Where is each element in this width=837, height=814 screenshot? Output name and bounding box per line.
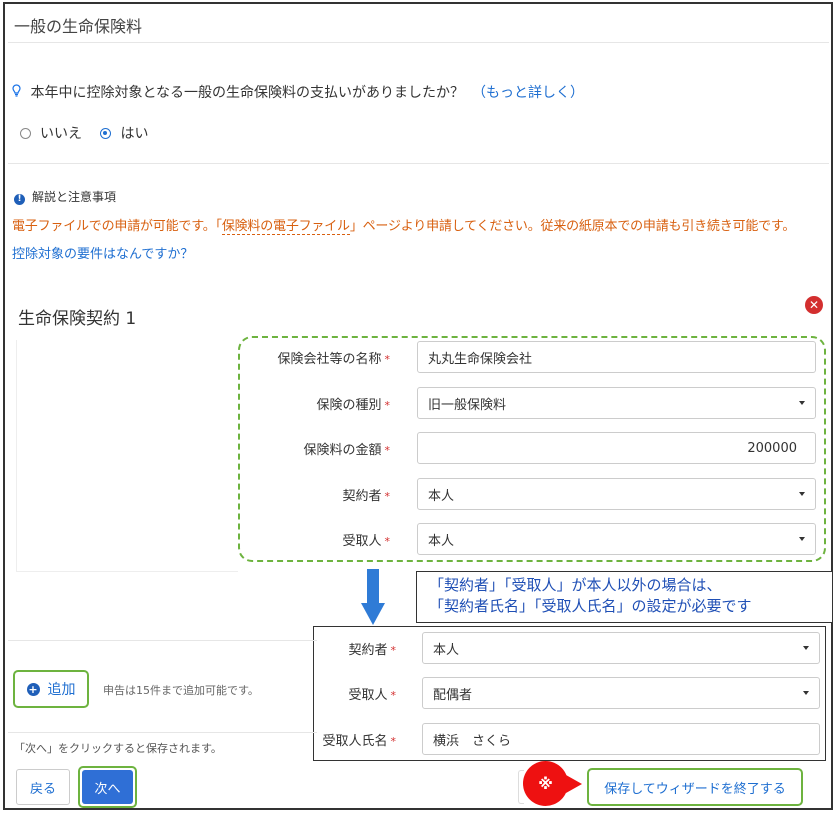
amount-value: 200000	[747, 440, 797, 456]
example-recipient-name-value: 横浜 さくら	[433, 733, 512, 749]
example-policyholder-select[interactable]: 本人	[422, 632, 820, 664]
contract-left-panel	[16, 340, 238, 572]
recipient-row: 受取人 *	[240, 530, 390, 549]
add-label: 追加	[47, 682, 76, 698]
amount-label: 保険料の金額 *	[303, 442, 390, 458]
chevron-down-icon	[799, 492, 805, 496]
example-recipient-name-label: 受取人氏名 *	[322, 734, 396, 749]
amount-row: 保険料の金額 *	[240, 439, 390, 458]
policyholder-value: 本人	[428, 488, 455, 504]
chevron-down-icon	[803, 646, 809, 650]
callout-note: 「契約者」「受取人」が本人以外の場合は、 「契約者氏名」「受取人氏名」の設定が必…	[416, 571, 833, 623]
lightbulb-icon	[12, 84, 26, 101]
recipient-label: 受取人 *	[342, 533, 390, 549]
radio-yes-circle[interactable]	[100, 127, 112, 139]
plus-circle-icon: +	[26, 682, 40, 696]
notes-body-before: 電子ファイルでの申請が可能です。「	[12, 219, 222, 234]
radio-yes[interactable]: はい	[100, 123, 148, 143]
more-details-link[interactable]: （もっと詳しく）	[472, 85, 584, 101]
divider	[8, 732, 317, 733]
policyholder-row: 契約者 *	[240, 485, 390, 504]
callout-line-2: 「契約者氏名」「受取人氏名」の設定が必要です	[429, 597, 752, 615]
company-value: 丸丸生命保険会社	[428, 351, 533, 367]
policyholder-label: 契約者 *	[342, 488, 390, 504]
notes-body: 電子ファイルでの申請が可能です。「保険料の電子ファイル」ページより申請してくださ…	[12, 215, 796, 235]
recipient-select[interactable]: 本人	[417, 523, 816, 555]
callout-line-1: 「契約者」「受取人」が本人以外の場合は、	[429, 576, 722, 594]
marker-pointer	[566, 775, 582, 793]
next-button[interactable]: 次へ	[82, 770, 133, 804]
example-policyholder-label: 契約者 *	[348, 643, 396, 658]
notes-title: ! 解説と注意事項	[14, 188, 116, 205]
add-note: 申告は15件まで追加可能です。	[103, 684, 259, 697]
requirements-link[interactable]: 控除対象の要件はなんですか？	[12, 243, 193, 262]
example-recipient-name-input[interactable]: 横浜 さくら	[422, 723, 820, 755]
arrow-down-icon	[361, 569, 385, 625]
chevron-down-icon	[799, 401, 805, 405]
back-button[interactable]: 戻る	[16, 769, 70, 805]
answer-radio-group: いいえ はい	[20, 123, 162, 143]
radio-no-circle[interactable]	[20, 127, 31, 139]
company-label: 保険会社等の名称 *	[277, 351, 390, 367]
radio-yes-label: はい	[120, 126, 149, 142]
type-row: 保険の種別 *	[240, 394, 390, 413]
chevron-down-icon	[803, 691, 809, 695]
add-contract-button[interactable]: + 追加	[13, 670, 89, 708]
save-and-finish-button[interactable]: 保存してウィザードを終了する	[587, 768, 803, 806]
type-label: 保険の種別 *	[316, 397, 390, 413]
amount-input[interactable]: 200000	[417, 432, 816, 464]
example-recipient-select[interactable]: 配偶者	[422, 677, 820, 709]
info-icon: !	[14, 194, 25, 205]
divider	[8, 640, 317, 641]
radio-no-label: いいえ	[40, 126, 82, 142]
chevron-down-icon	[799, 537, 805, 541]
note-marker: ※	[523, 761, 568, 806]
electronic-file-link[interactable]: 保険料の電子ファイル	[221, 219, 350, 235]
policyholder-select[interactable]: 本人	[417, 478, 816, 510]
company-row: 保険会社等の名称 *	[240, 348, 390, 367]
divider	[8, 163, 829, 164]
remove-contract-icon[interactable]: ✕	[805, 296, 823, 314]
notes-title-text: 解説と注意事項	[32, 190, 117, 204]
question-text: 本年中に控除対象となる一般の生命保険料の支払いがありましたか？	[30, 85, 465, 101]
type-value: 旧一般保険料	[428, 397, 507, 413]
radio-no[interactable]: いいえ	[20, 123, 82, 143]
contract-title: 生命保険契約 1	[18, 309, 137, 329]
company-input[interactable]: 丸丸生命保険会社	[417, 341, 816, 373]
notes-body-after: 」ページより申請してください。従来の紙原本での申請も引き続き可能です。	[349, 219, 796, 234]
recipient-value: 本人	[428, 533, 455, 549]
example-panel: 契約者 * 本人 受取人 * 配偶者 受取人氏名 * 横浜 さくら	[313, 626, 826, 761]
type-select[interactable]: 旧一般保険料	[417, 387, 816, 419]
example-recipient-value: 配偶者	[433, 687, 473, 703]
question: 本年中に控除対象となる一般の生命保険料の支払いがありましたか？ （もっと詳しく）	[12, 82, 584, 102]
page-title: 一般の生命保険料	[14, 17, 143, 36]
example-policyholder-value: 本人	[433, 642, 460, 658]
example-recipient-label: 受取人 *	[348, 688, 396, 703]
save-note: 「次へ」をクリックすると保存されます。	[14, 742, 222, 755]
divider	[8, 42, 829, 43]
